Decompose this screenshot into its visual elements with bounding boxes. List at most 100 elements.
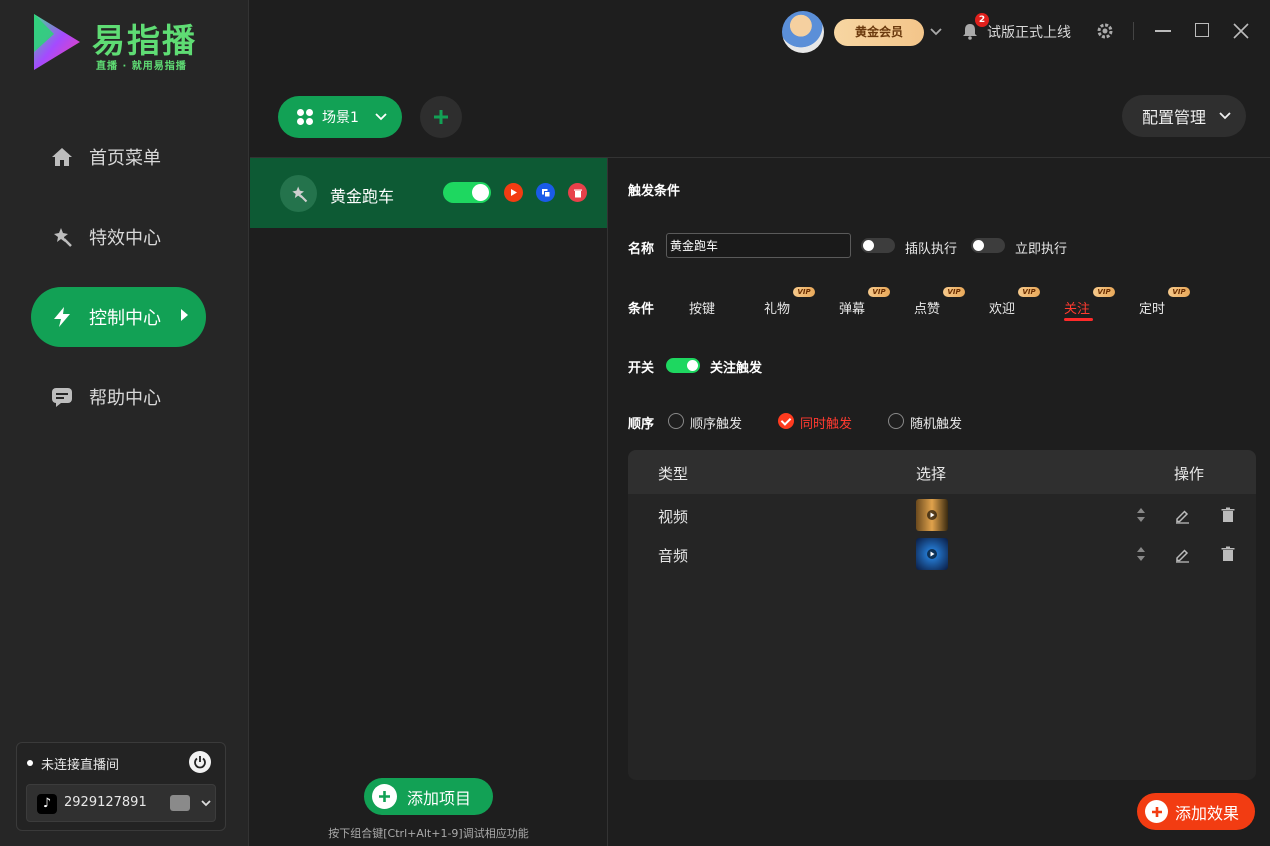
vip-badge: VIP (868, 287, 890, 297)
divider (607, 157, 608, 846)
effect-type: 视频 (658, 508, 689, 526)
notice-text[interactable]: 试版正式上线 (987, 22, 1071, 42)
radio-label: 顺序触发 (690, 417, 743, 432)
close-icon[interactable] (1232, 22, 1250, 40)
edit-icon[interactable] (1174, 545, 1190, 563)
sidebar-item-help[interactable]: 帮助中心 (31, 367, 206, 427)
add-effect-label: 添加效果 (1175, 803, 1240, 823)
order-label: 顺序 (628, 417, 655, 432)
radio-sequential[interactable] (668, 413, 684, 429)
table-row[interactable]: 音频 (628, 535, 1256, 574)
magic-wand-icon (49, 224, 75, 250)
chevron-down-icon[interactable] (929, 25, 943, 39)
sidebar-item-label: 控制中心 (89, 308, 161, 329)
config-label: 配置管理 (1142, 108, 1207, 127)
play-icon (927, 549, 937, 559)
play-icon (511, 189, 517, 196)
sidebar-item-label: 帮助中心 (89, 388, 161, 409)
list-item[interactable]: 黄金跑车 (250, 158, 607, 228)
chevron-down-icon (375, 113, 387, 121)
video-thumbnail[interactable] (916, 499, 948, 531)
follow-trigger-toggle[interactable] (666, 358, 700, 373)
effect-type: 音频 (658, 547, 689, 565)
immediate-toggle[interactable] (971, 238, 1005, 253)
condition-label: 条件 (628, 302, 655, 317)
shortcut-hint: 按下组合键[Ctrl+Alt+1-9]调试相应功能 (328, 827, 529, 840)
config-management-button[interactable]: 配置管理 (1122, 95, 1246, 137)
radio-simultaneous[interactable] (778, 413, 794, 429)
tab-gift[interactable]: 礼物 (764, 298, 790, 317)
sidebar: 易指播 直播 · 就用易指播 首页菜单 特效中心 控制中心 帮助中心 未连接直播… (0, 0, 249, 846)
trash-icon[interactable] (1220, 545, 1236, 563)
app-window: 易指播 直播 · 就用易指播 首页菜单 特效中心 控制中心 帮助中心 未连接直播… (0, 0, 1270, 846)
chevron-down-icon[interactable] (200, 796, 212, 810)
id-card-icon[interactable] (170, 795, 190, 811)
immediate-label: 立即执行 (1015, 242, 1068, 257)
project-name: 黄金跑车 (330, 187, 395, 206)
section-title: 触发条件 (628, 184, 681, 199)
sidebar-item-effects[interactable]: 特效中心 (31, 207, 206, 267)
active-tab-indicator (1064, 318, 1093, 321)
sort-icon[interactable] (1133, 545, 1149, 563)
lightning-icon (49, 304, 75, 330)
column-header: 选择 (916, 465, 947, 483)
delete-button[interactable] (568, 183, 587, 202)
plus-icon (1145, 800, 1168, 823)
table-row[interactable]: 视频 (628, 496, 1256, 535)
vip-badge: VIP (943, 287, 965, 297)
scene-selector[interactable]: 场景1 (278, 96, 402, 138)
sidebar-item-control[interactable]: 控制中心 (31, 287, 206, 347)
sidebar-item-label: 特效中心 (89, 228, 161, 249)
minimize-icon[interactable] (1155, 30, 1171, 32)
add-scene-button[interactable] (420, 96, 462, 138)
grid-icon (297, 109, 313, 125)
table-header: 类型 选择 操作 (628, 450, 1256, 494)
queue-toggle[interactable] (861, 238, 895, 253)
scene-name: 场景1 (322, 110, 359, 126)
audio-thumbnail[interactable] (916, 538, 948, 570)
gear-icon[interactable] (1096, 22, 1114, 40)
sidebar-item-label: 首页菜单 (89, 148, 161, 169)
tab-danmaku[interactable]: 弹幕 (839, 298, 865, 317)
power-button[interactable] (189, 751, 211, 773)
play-button[interactable] (504, 183, 523, 202)
queue-label: 插队执行 (905, 242, 958, 257)
effects-table: 类型 选择 操作 视频 音频 (628, 450, 1256, 780)
chat-icon (49, 384, 75, 410)
play-icon (927, 510, 937, 520)
home-icon (49, 144, 75, 170)
vip-badge: VIP (1168, 287, 1190, 297)
app-title: 易指播 (92, 21, 197, 60)
tab-key[interactable]: 按键 (689, 298, 715, 317)
trash-icon[interactable] (1220, 506, 1236, 524)
tab-follow[interactable]: 关注 (1064, 298, 1090, 317)
tab-like[interactable]: 点赞 (914, 298, 940, 317)
maximize-icon[interactable] (1195, 23, 1209, 37)
member-badge[interactable]: 黄金会员 (834, 19, 924, 46)
radio-random[interactable] (888, 413, 904, 429)
account-number: 2929127891 (64, 795, 147, 810)
vip-badge: VIP (1093, 287, 1115, 297)
name-label: 名称 (628, 242, 655, 257)
add-project-button[interactable]: 添加项目 (364, 778, 493, 815)
trash-icon (573, 189, 582, 197)
project-toggle[interactable] (443, 182, 491, 203)
edit-icon[interactable] (1174, 506, 1190, 524)
copy-button[interactable] (536, 183, 555, 202)
avatar[interactable] (782, 11, 824, 53)
name-input[interactable] (666, 233, 851, 258)
radio-label: 同时触发 (800, 417, 853, 432)
sort-icon[interactable] (1133, 506, 1149, 524)
account-selector[interactable]: ♪ 2929127891 (26, 784, 216, 822)
add-effect-button[interactable]: 添加效果 (1137, 793, 1255, 830)
vip-badge: VIP (1018, 287, 1040, 297)
tab-welcome[interactable]: 欢迎 (989, 298, 1015, 317)
app-logo: 易指播 直播 · 就用易指播 (30, 12, 220, 74)
copy-icon (541, 188, 550, 197)
tab-timer[interactable]: 定时 (1139, 298, 1165, 317)
magic-wand-icon (280, 175, 317, 212)
connection-status: 未连接直播间 (41, 758, 120, 773)
switch-text: 关注触发 (710, 361, 763, 376)
radio-label: 随机触发 (910, 417, 963, 432)
sidebar-item-home[interactable]: 首页菜单 (31, 127, 206, 187)
